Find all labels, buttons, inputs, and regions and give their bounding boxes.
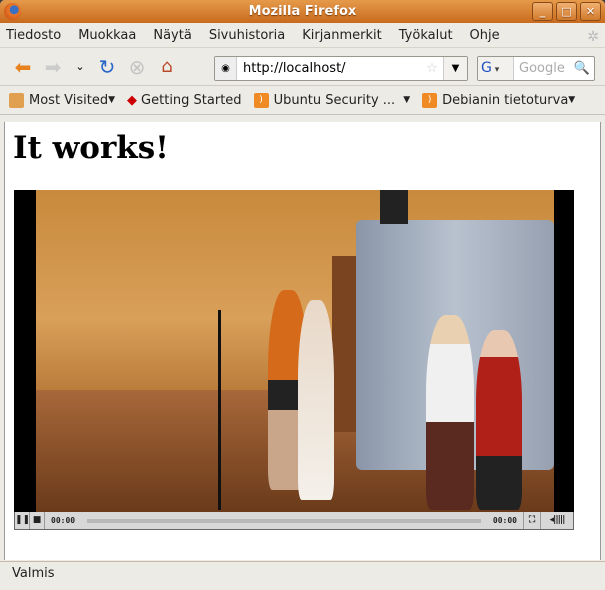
- window-title: Mozilla Firefox: [248, 4, 357, 19]
- history-dropdown-icon[interactable]: ⌄: [68, 60, 92, 73]
- folder-icon: [9, 92, 24, 108]
- bookmark-ubuntu-security[interactable]: ) Ubuntu Security ... ▼: [253, 92, 410, 108]
- url-bar[interactable]: ◉ http://localhost/ ☆ ▼: [214, 56, 468, 81]
- stop-button[interactable]: ■: [30, 512, 45, 529]
- back-arrow-icon[interactable]: ⬅: [8, 55, 38, 79]
- menu-nayta[interactable]: Näytä: [153, 28, 191, 43]
- minimize-button[interactable]: _: [532, 2, 553, 21]
- forward-arrow-icon[interactable]: ➡: [38, 55, 68, 79]
- stop-icon[interactable]: ⊗: [122, 55, 152, 79]
- pause-button[interactable]: ❚❚: [15, 512, 30, 529]
- activity-throbber-icon: ✲: [587, 29, 599, 45]
- volume-icon[interactable]: ◂|||||: [541, 512, 573, 529]
- firefox-logo-icon: [4, 3, 21, 20]
- status-bar: Valmis: [0, 561, 605, 590]
- search-box[interactable]: G ▾ Google 🔍: [477, 56, 595, 81]
- rss-feed-icon: ): [422, 92, 438, 108]
- search-engine-google-icon[interactable]: G ▾: [478, 57, 514, 80]
- title-bar: Mozilla Firefox _ □ ✕: [0, 0, 605, 23]
- home-icon[interactable]: ⌂: [152, 56, 182, 77]
- video-controls: ❚❚ ■ 00:00 00:00 ⛶ ◂|||||: [14, 512, 574, 530]
- rss-feed-icon: ): [253, 92, 269, 108]
- bookmark-debianin-tietoturva[interactable]: ) Debianin tietoturva ▼: [422, 92, 575, 108]
- red-dino-icon: ◆: [127, 92, 138, 108]
- duration: 00:00: [492, 516, 517, 525]
- video-frame: [36, 190, 554, 512]
- seek-bar[interactable]: [87, 518, 481, 523]
- bookmark-most-visited[interactable]: Most Visited ▼: [9, 92, 115, 108]
- reload-icon[interactable]: ↻: [92, 55, 122, 79]
- video-player[interactable]: [14, 190, 574, 512]
- current-time: 00:00: [51, 516, 76, 525]
- menu-kirjanmerkit[interactable]: Kirjanmerkit: [302, 28, 382, 43]
- url-dropdown-icon[interactable]: ▼: [443, 57, 467, 80]
- bookmarks-toolbar: Most Visited ▼ ◆ Getting Started ) Ubuntu …: [0, 86, 605, 115]
- page-heading: It works!: [13, 130, 169, 166]
- maximize-button[interactable]: □: [556, 2, 577, 21]
- site-identity-icon[interactable]: ◉: [215, 57, 237, 80]
- browser-window: Mozilla Firefox _ □ ✕ Tiedosto Muokkaa N…: [0, 0, 605, 590]
- page-content: It works! ❚❚ ■ 00:00 00:00 ⛶ ◂|||||: [4, 122, 601, 560]
- bookmark-getting-started[interactable]: ◆ Getting Started: [127, 93, 242, 108]
- menu-bar: Tiedosto Muokkaa Näytä Sivuhistoria Kirj…: [0, 23, 605, 48]
- menu-ohje[interactable]: Ohje: [470, 28, 500, 43]
- url-input[interactable]: http://localhost/: [237, 61, 421, 76]
- menu-tiedosto[interactable]: Tiedosto: [6, 28, 61, 43]
- menu-tyokalut[interactable]: Työkalut: [399, 28, 453, 43]
- close-button[interactable]: ✕: [580, 2, 601, 21]
- navigation-toolbar: ⬅ ➡ ⌄ ↻ ⊗ ⌂ ◉ http://localhost/ ☆ ▼ G ▾ …: [0, 48, 605, 86]
- menu-sivuhistoria[interactable]: Sivuhistoria: [209, 28, 285, 43]
- search-input[interactable]: Google: [514, 61, 574, 76]
- magnifier-icon[interactable]: 🔍: [574, 61, 594, 76]
- status-text: Valmis: [12, 566, 55, 581]
- menu-muokkaa[interactable]: Muokkaa: [78, 28, 136, 43]
- bookmark-star-icon[interactable]: ☆: [421, 61, 443, 76]
- fullscreen-icon[interactable]: ⛶: [523, 512, 541, 529]
